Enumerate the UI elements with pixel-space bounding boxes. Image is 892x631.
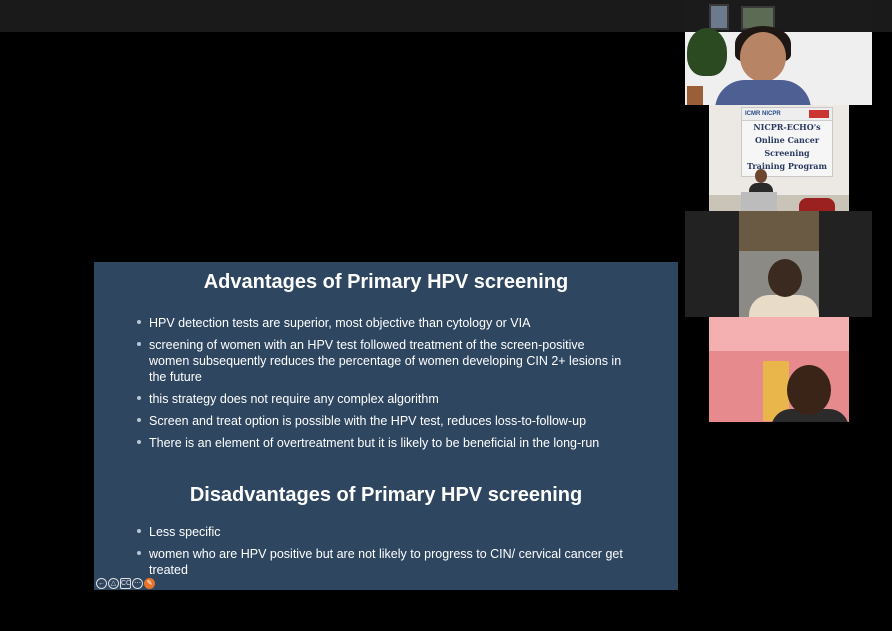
list-item: Less specific xyxy=(94,524,678,540)
banner-line: NICPR-ECHO's xyxy=(753,122,821,132)
plant-pot xyxy=(687,86,703,105)
person-head xyxy=(768,259,802,297)
echo-logo-icon xyxy=(809,110,829,118)
list-item: women who are HPV positive but are not l… xyxy=(94,546,678,578)
list-item-text: screening of women with an HPV test foll… xyxy=(149,338,622,384)
video-tile-classroom[interactable]: ICMR NICPR NICPR-ECHO's Online Cancer Sc… xyxy=(709,105,849,211)
slide-controls: ← △ CC ⋯ ✎ xyxy=(96,577,155,589)
person-body xyxy=(715,80,811,105)
laptop xyxy=(741,192,777,211)
bullet-icon xyxy=(137,396,141,400)
list-item-text: Screen and treat option is possible with… xyxy=(149,414,587,428)
presentation-slide: Advantages of Primary HPV screening HPV … xyxy=(94,262,678,590)
person-head xyxy=(755,169,767,183)
bullet-icon xyxy=(137,342,141,346)
list-item-text: There is an element of overtreatment but… xyxy=(149,436,600,450)
list-item: screening of women with an HPV test foll… xyxy=(94,337,678,385)
advantages-title: Advantages of Primary HPV screening xyxy=(203,271,569,293)
pen-icon[interactable]: ✎ xyxy=(144,577,155,589)
list-item-text: HPV detection tests are superior, most o… xyxy=(149,316,531,330)
menu-icon[interactable]: ⋯ xyxy=(132,577,143,589)
list-item: HPV detection tests are superior, most o… xyxy=(94,315,678,331)
bullet-icon xyxy=(137,551,141,555)
cc-icon[interactable]: CC xyxy=(120,577,131,589)
back-arrow-icon[interactable]: ← xyxy=(96,577,107,589)
bullet-icon xyxy=(137,440,141,444)
video-tile-participant-2[interactable] xyxy=(709,317,849,422)
wall-frame-1 xyxy=(709,4,729,30)
list-item: There is an element of overtreatment but… xyxy=(94,435,678,451)
banner-logo-row: ICMR NICPR xyxy=(742,108,832,121)
bullet-icon xyxy=(137,320,141,324)
list-item-text: women who are HPV positive but are not l… xyxy=(149,547,623,577)
advantages-list: HPV detection tests are superior, most o… xyxy=(94,315,678,457)
chair xyxy=(799,198,835,211)
bullet-icon xyxy=(137,418,141,422)
person-body xyxy=(749,295,819,317)
list-item-text: this strategy does not require any compl… xyxy=(149,392,439,406)
training-banner: ICMR NICPR NICPR-ECHO's Online Cancer Sc… xyxy=(741,107,833,177)
ceiling xyxy=(709,317,849,351)
video-tile-presenter[interactable] xyxy=(685,0,872,105)
plant xyxy=(687,28,727,76)
roof-background xyxy=(739,211,819,251)
person-head xyxy=(787,365,831,415)
bullet-icon xyxy=(137,529,141,533)
list-item: Screen and treat option is possible with… xyxy=(94,413,678,429)
banner-logos: ICMR NICPR xyxy=(745,111,781,117)
disadvantages-list: Less specific women who are HPV positive… xyxy=(94,524,678,584)
list-item: this strategy does not require any compl… xyxy=(94,391,678,407)
list-item-text: Less specific xyxy=(149,525,221,539)
pointer-icon[interactable]: △ xyxy=(108,577,119,589)
disadvantages-title: Disadvantages of Primary HPV screening xyxy=(189,484,583,506)
video-tile-participant-1[interactable] xyxy=(685,211,872,317)
banner-line: Online Cancer Screening xyxy=(754,135,820,158)
person-head xyxy=(740,32,786,82)
